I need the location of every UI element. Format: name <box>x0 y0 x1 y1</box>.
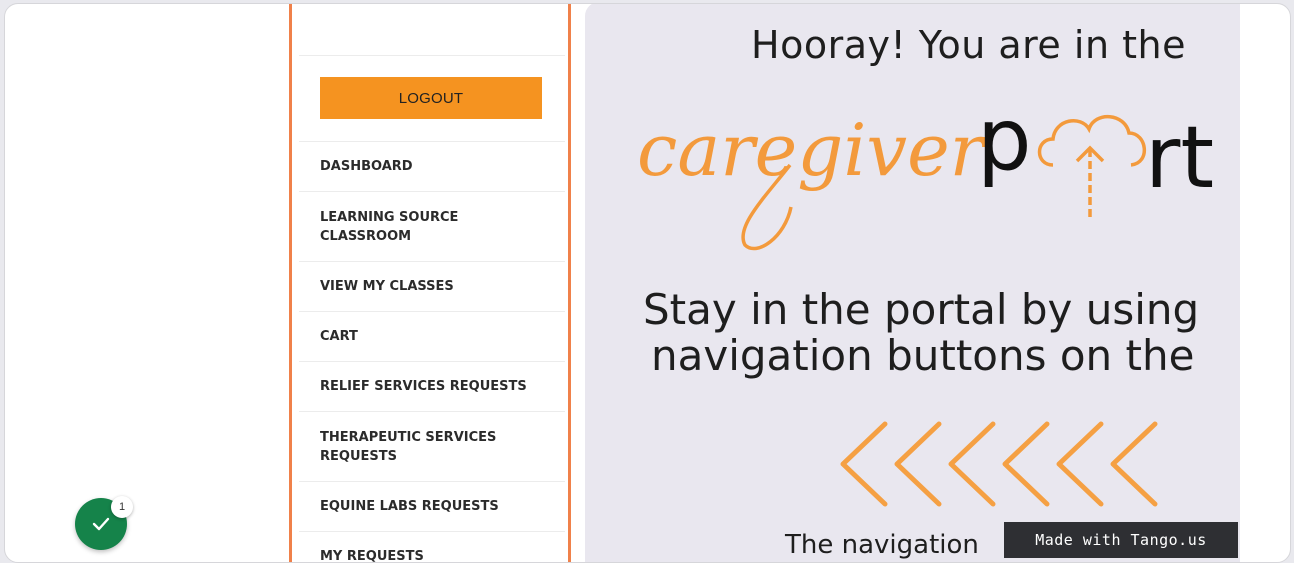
instruction-text: Stay in the portal by using navigation b… <box>643 287 1199 379</box>
notification-badge: 1 <box>111 496 133 518</box>
sidebar-item-therapeutic-services-requests[interactable]: THERAPEUTIC SERVICES REQUESTS <box>299 412 565 482</box>
chevron-left-icon <box>894 421 942 507</box>
instruction-line-1: Stay in the portal by using <box>643 285 1200 334</box>
sidebar-item-relief-services-requests[interactable]: RELIEF SERVICES REQUESTS <box>299 362 565 412</box>
tango-watermark: Made with Tango.us <box>1004 522 1238 558</box>
navigation-caption: The navigation <box>785 530 979 560</box>
sidebar-item-label: REQUESTS <box>320 448 397 464</box>
logout-button[interactable]: LOGOUT <box>320 77 542 119</box>
chevron-left-icon <box>948 421 996 507</box>
chevron-left-icon <box>1002 421 1050 507</box>
left-chevrons-graphic <box>840 421 1158 507</box>
cloud-upload-icon <box>1037 114 1147 217</box>
logo-script-text: caregiver <box>637 108 988 192</box>
sidebar-item-label: THERAPEUTIC SERVICES <box>320 429 497 445</box>
sidebar-item-dashboard[interactable]: DASHBOARD <box>299 142 565 192</box>
logout-row: LOGOUT <box>299 56 565 142</box>
chevron-left-icon <box>1056 421 1104 507</box>
chevron-left-icon <box>1110 421 1158 507</box>
welcome-banner: Hooray! You are in the caregiver p rt St… <box>585 4 1240 562</box>
sidebar-header-spacer <box>299 4 565 56</box>
sidebar-menu: LOGOUT DASHBOARD LEARNING SOURCE CLASSRO… <box>299 4 565 563</box>
sidebar-item-label: MY REQUESTS <box>320 549 424 563</box>
sidebar-item-label: LEARNING SOURCE <box>320 209 459 225</box>
sidebar-item-learning-source-classroom[interactable]: LEARNING SOURCE CLASSROOM <box>299 192 565 262</box>
check-icon <box>92 517 110 531</box>
sidebar-item-label: DASHBOARD <box>320 159 413 174</box>
sidebar-item-label: CART <box>320 329 358 344</box>
sidebar-item-label: VIEW MY CLASSES <box>320 279 454 294</box>
browser-frame: LOGOUT DASHBOARD LEARNING SOURCE CLASSRO… <box>4 3 1291 563</box>
instruction-line-2: navigation buttons on the <box>651 331 1195 380</box>
sidebar-item-label: RELIEF SERVICES REQUESTS <box>320 379 527 394</box>
logo-word-start: p <box>977 97 1032 190</box>
sidebar-item-equine-labs-requests[interactable]: EQUINE LABS REQUESTS <box>299 482 565 532</box>
welcome-heading: Hooray! You are in the <box>751 23 1186 67</box>
caregiver-portal-logo: caregiver p rt <box>637 97 1214 251</box>
sidebar-item-cart[interactable]: CART <box>299 312 565 362</box>
sidebar-item-my-requests[interactable]: MY REQUESTS <box>299 532 565 563</box>
chevron-left-icon <box>840 421 888 507</box>
logo-word-end: rt <box>1145 108 1214 208</box>
sidebar: LOGOUT DASHBOARD LEARNING SOURCE CLASSRO… <box>289 4 571 563</box>
sidebar-item-view-my-classes[interactable]: VIEW MY CLASSES <box>299 262 565 312</box>
sidebar-item-label: CLASSROOM <box>320 228 412 244</box>
sidebar-item-label: EQUINE LABS REQUESTS <box>320 499 499 514</box>
